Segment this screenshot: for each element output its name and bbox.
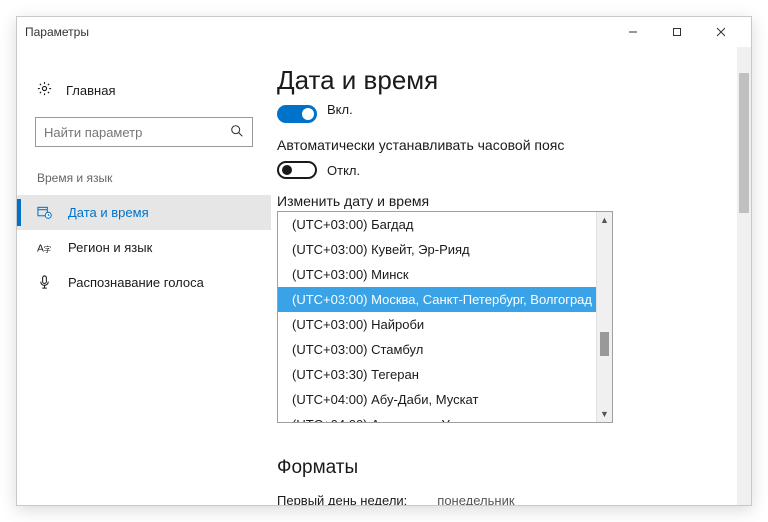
timezone-option[interactable]: (UTC+03:00) Кувейт, Эр-Рияд: [278, 237, 612, 262]
svg-text:字: 字: [44, 244, 52, 254]
main-scrollbar[interactable]: [737, 47, 751, 505]
section-label: Время и язык: [17, 165, 271, 195]
first-day-row: Первый день недели: понедельник: [277, 493, 741, 505]
auto-tz-toggle[interactable]: [277, 161, 317, 179]
close-button[interactable]: [699, 18, 743, 46]
scroll-up-arrow[interactable]: ▲: [597, 212, 612, 228]
main-scroll-thumb[interactable]: [739, 73, 749, 213]
timezone-option[interactable]: (UTC+03:00) Найроби: [278, 312, 612, 337]
timezone-option[interactable]: (UTC+03:30) Тегеран: [278, 362, 612, 387]
sidebar-item-speech[interactable]: Распознавание голоса: [17, 265, 271, 300]
calendar-clock-icon: [37, 205, 52, 220]
timezone-option[interactable]: (UTC+03:00) Минск: [278, 262, 612, 287]
timezone-option[interactable]: (UTC+03:00) Москва, Санкт-Петербург, Вол…: [278, 287, 612, 312]
auto-time-state: Вкл.: [327, 102, 353, 121]
home-label: Главная: [66, 83, 115, 98]
auto-tz-state: Откл.: [327, 163, 360, 178]
sidebar: Главная Время и язык Дата и время A字 Рег: [17, 47, 271, 505]
timezone-option[interactable]: (UTC+04:00) Абу-Даби, Мускат: [278, 387, 612, 412]
sidebar-item-datetime[interactable]: Дата и время: [17, 195, 271, 230]
change-datetime-label: Изменить дату и время: [277, 193, 741, 209]
auto-time-toggle[interactable]: [277, 105, 317, 123]
settings-window: Параметры Главная Время: [16, 16, 752, 506]
auto-time-toggle-row: Вкл.: [277, 108, 741, 127]
search-box[interactable]: [35, 117, 253, 147]
globe-text-icon: A字: [37, 240, 52, 255]
search-input[interactable]: [44, 125, 230, 140]
sidebar-item-label: Распознавание голоса: [68, 275, 204, 290]
sidebar-item-label: Регион и язык: [68, 240, 152, 255]
first-day-label: Первый день недели:: [277, 493, 407, 505]
microphone-icon: [37, 275, 52, 290]
timezone-option[interactable]: (UTC+03:00) Багдад: [278, 212, 612, 237]
dropdown-scrollbar[interactable]: ▲ ▼: [596, 212, 612, 422]
window-title: Параметры: [25, 25, 89, 39]
timezone-dropdown[interactable]: (UTC+03:00) Багдад(UTC+03:00) Кувейт, Эр…: [277, 211, 613, 423]
search-icon: [230, 124, 244, 141]
scroll-thumb[interactable]: [600, 332, 609, 356]
sidebar-item-region[interactable]: A字 Регион и язык: [17, 230, 271, 265]
minimize-button[interactable]: [611, 18, 655, 46]
scroll-down-arrow[interactable]: ▼: [597, 406, 612, 422]
content-area: Главная Время и язык Дата и время A字 Рег: [17, 47, 751, 505]
first-day-value: понедельник: [437, 493, 514, 505]
main-panel: Дата и время Вкл. Автоматически устанавл…: [271, 47, 751, 505]
auto-tz-label: Автоматически устанавливать часовой пояс: [277, 137, 741, 153]
sidebar-item-label: Дата и время: [68, 205, 149, 220]
home-link[interactable]: Главная: [17, 75, 271, 111]
formats-heading: Форматы: [277, 457, 741, 479]
timezone-option[interactable]: (UTC+04:00) Астрахань, Ульяновск: [278, 412, 612, 422]
timezone-list: (UTC+03:00) Багдад(UTC+03:00) Кувейт, Эр…: [278, 212, 612, 422]
gear-icon: [37, 81, 52, 99]
timezone-option[interactable]: (UTC+03:00) Стамбул: [278, 337, 612, 362]
auto-tz-toggle-row: Откл.: [277, 161, 741, 179]
page-title: Дата и время: [277, 65, 741, 96]
maximize-button[interactable]: [655, 18, 699, 46]
titlebar: Параметры: [17, 17, 751, 47]
